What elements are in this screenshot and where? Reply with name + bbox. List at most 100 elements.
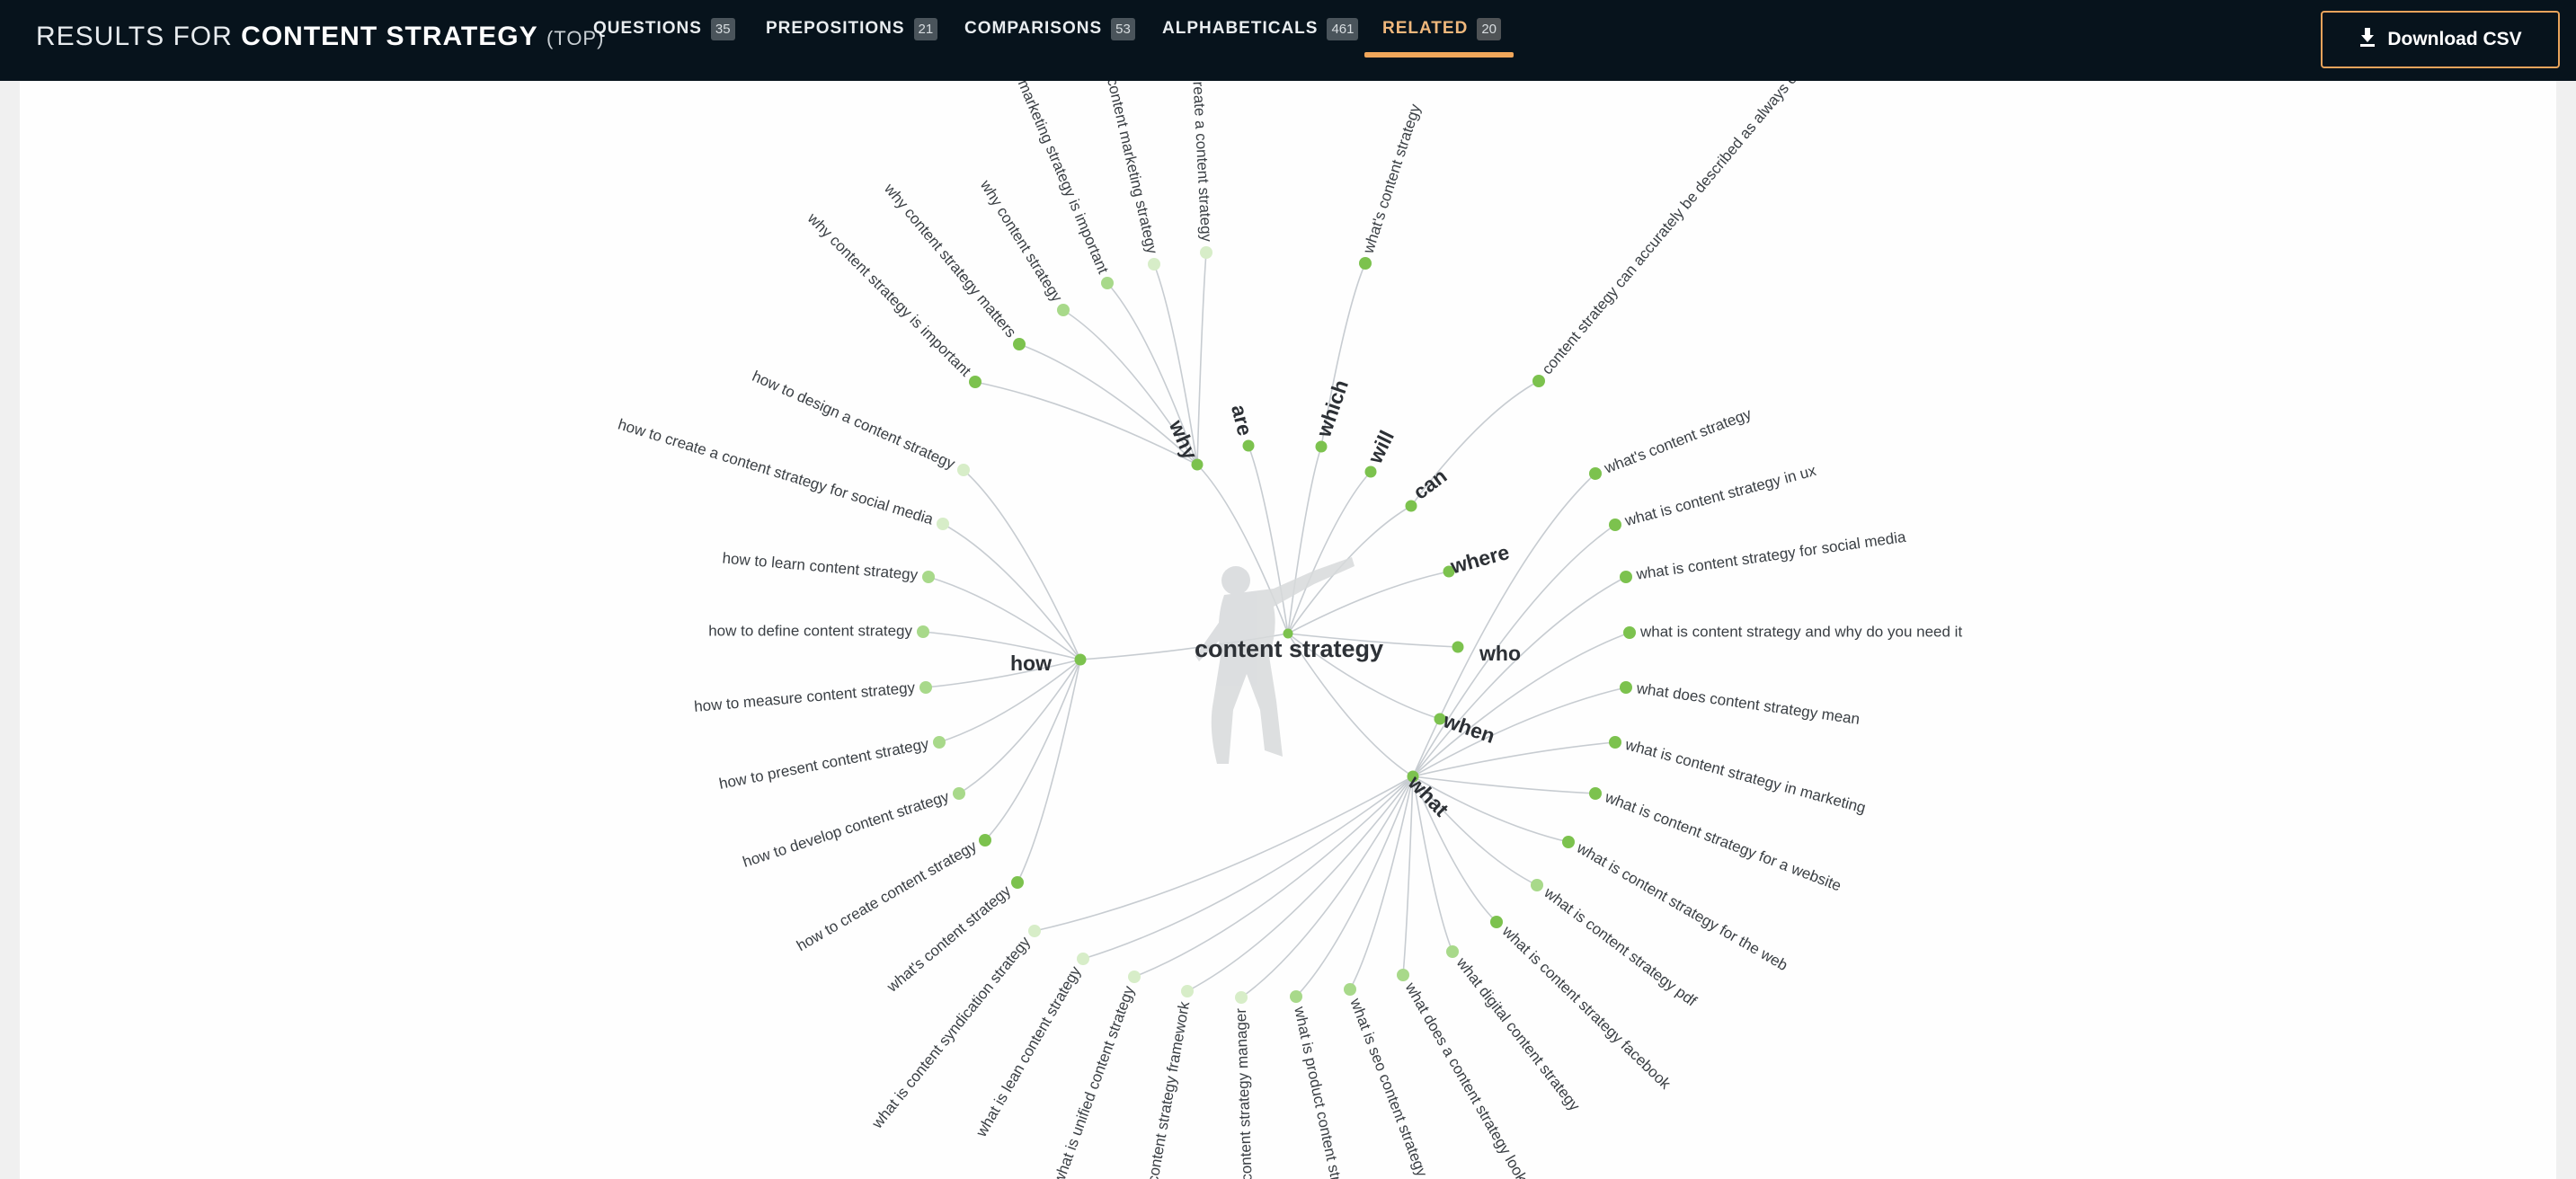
leaf-label[interactable]: what's content strategy	[1602, 405, 1754, 477]
wheel-links	[922, 252, 1630, 998]
branch-label-can[interactable]: can	[1408, 464, 1451, 504]
leaf-node[interactable]	[1013, 338, 1026, 350]
leaf-node[interactable]	[1446, 945, 1459, 958]
leaf-link	[942, 523, 1081, 660]
leaf-label[interactable]: how to learn content strategy	[722, 549, 919, 583]
leaf-node[interactable]	[1057, 304, 1070, 316]
leaf-node[interactable]	[1148, 258, 1160, 270]
branch-label-will[interactable]: will	[1363, 427, 1399, 468]
leaf-node[interactable]	[922, 571, 935, 583]
branch-link	[1287, 446, 1322, 634]
leaf-node[interactable]	[1181, 985, 1194, 997]
leaf-label[interactable]: what does content strategy mean	[1635, 679, 1861, 728]
tab-alphabeticals[interactable]: ALPHABETICALS 461	[1162, 0, 1359, 58]
tab-label: QUESTIONS	[593, 19, 702, 38]
leaf-label[interactable]: what is content strategy for social medi…	[1634, 528, 1907, 583]
branch-link	[1287, 505, 1412, 634]
tab-questions[interactable]: QUESTIONS 35	[593, 0, 735, 58]
leaf-node[interactable]	[1532, 375, 1545, 387]
leaf-label[interactable]: what does a content strategy look like	[1401, 979, 1544, 1179]
tab-label: RELATED	[1382, 19, 1469, 38]
tab-label: COMPARISONS	[964, 19, 1103, 38]
branch-node[interactable]	[1191, 458, 1204, 471]
leaf-node[interactable]	[1623, 626, 1636, 639]
leaf-node[interactable]	[1620, 571, 1632, 583]
leaf-label[interactable]: what is seo content strategy	[1346, 996, 1431, 1179]
branch-label-who[interactable]: who	[1479, 642, 1521, 665]
leaf-node[interactable]	[979, 834, 991, 847]
branch-node[interactable]	[1315, 440, 1328, 453]
leaf-label[interactable]: why content strategy	[976, 176, 1066, 306]
leaf-label[interactable]: how to define content strategy	[708, 622, 912, 639]
leaf-node[interactable]	[1490, 916, 1503, 928]
branch-node[interactable]	[1405, 500, 1417, 512]
leaf-node[interactable]	[919, 681, 932, 694]
leaf-label[interactable]: what is content strategy and why do you …	[1639, 623, 1962, 640]
leaf-label[interactable]: why content marketing strategy is import…	[981, 81, 1112, 277]
leaf-label[interactable]: how to measure content strategy	[693, 679, 916, 715]
leaf-node[interactable]	[953, 787, 965, 800]
leaf-node[interactable]	[1290, 990, 1302, 1003]
leaf-link	[974, 381, 1198, 465]
download-csv-label: Download CSV	[2387, 29, 2522, 49]
leaf-label[interactable]: content strategy can accurately be descr…	[1539, 81, 1807, 377]
leaf-label[interactable]: what is content strategy manager	[1232, 1007, 1257, 1179]
leaf-node[interactable]	[1011, 876, 1024, 889]
leaf-label[interactable]: why content strategy is important	[804, 209, 974, 380]
tab-prepositions[interactable]: PREPOSITIONS 21	[766, 0, 938, 58]
leaf-node[interactable]	[1531, 879, 1543, 891]
leaf-node[interactable]	[1235, 991, 1248, 1004]
branch-label-which[interactable]: which	[1311, 377, 1353, 440]
leaf-node[interactable]	[1101, 277, 1114, 289]
leaf-label[interactable]: how to present content strategy	[717, 735, 930, 793]
leaf-node[interactable]	[1562, 836, 1575, 848]
leaf-label[interactable]: what is content strategy facebook	[1498, 922, 1674, 1093]
wheel-nodes	[917, 246, 1636, 1004]
leaf-node[interactable]	[1128, 971, 1141, 983]
branch-node[interactable]	[1074, 653, 1087, 666]
leaf-link	[1017, 659, 1081, 883]
leaf-node[interactable]	[1589, 787, 1602, 800]
leaf-node[interactable]	[1028, 925, 1041, 937]
leaf-node[interactable]	[1609, 519, 1621, 531]
tab-comparisons[interactable]: COMPARISONS 53	[964, 0, 1135, 58]
leaf-node[interactable]	[1077, 953, 1089, 965]
leaf-link	[963, 469, 1081, 660]
leaf-node[interactable]	[1344, 983, 1356, 996]
leaf-node[interactable]	[1397, 969, 1409, 981]
branch-node[interactable]	[1242, 439, 1255, 452]
leaf-label[interactable]: how to develop content strategy	[741, 788, 952, 871]
leaf-link	[1412, 576, 1627, 777]
branch-label-how[interactable]: how	[1010, 652, 1052, 675]
tab-count: 20	[1477, 17, 1501, 40]
branch-node[interactable]	[1364, 465, 1377, 478]
leaf-node[interactable]	[937, 518, 949, 530]
leaf-label[interactable]: what is product content strategy	[1291, 1005, 1353, 1179]
leaf-node[interactable]	[1620, 681, 1632, 694]
leaf-node[interactable]	[1359, 257, 1372, 270]
leaf-node[interactable]	[957, 464, 970, 476]
download-csv-button[interactable]: Download CSV	[2321, 11, 2560, 68]
leaf-label[interactable]: why content marketing strategy	[1097, 81, 1161, 256]
branch-label-are[interactable]: are	[1227, 403, 1257, 439]
leaf-node[interactable]	[1589, 467, 1602, 480]
leaf-node[interactable]	[969, 376, 982, 388]
leaf-label[interactable]: what is unified content strategy	[1050, 983, 1138, 1179]
leaf-label[interactable]: what's content strategy	[1359, 102, 1424, 256]
root-label: content strategy	[1195, 635, 1383, 662]
leaf-label[interactable]: what is content strategy in ux	[1622, 462, 1818, 529]
leaf-label[interactable]: how to design a content strategy	[750, 368, 958, 473]
leaf-label[interactable]: what is content strategy framework	[1135, 1000, 1194, 1179]
leaf-node[interactable]	[917, 625, 929, 638]
leaf-label[interactable]: what is content syndication strategy	[868, 933, 1035, 1132]
branch-node[interactable]	[1452, 641, 1464, 653]
leaf-label[interactable]: what is content strategy in marketing	[1622, 736, 1867, 817]
leaf-node[interactable]	[1609, 736, 1621, 749]
leaf-node[interactable]	[1200, 246, 1212, 259]
tab-related[interactable]: RELATED 20	[1382, 0, 1501, 58]
branch-label-when[interactable]: when	[1440, 708, 1498, 748]
leaf-node[interactable]	[933, 736, 946, 749]
branch-label-where[interactable]: where	[1447, 540, 1512, 579]
branch-label-why[interactable]: why	[1164, 416, 1202, 464]
leaf-label[interactable]: why create a content strategy	[1187, 81, 1215, 243]
